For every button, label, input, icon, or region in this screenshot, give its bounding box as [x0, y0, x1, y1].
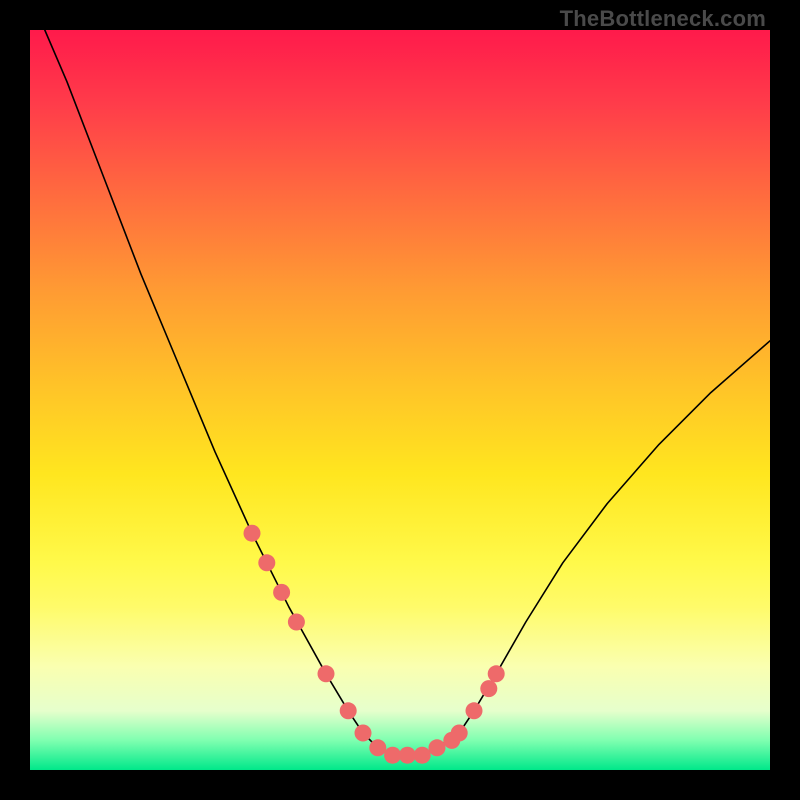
chart-frame: TheBottleneck.com [0, 0, 800, 800]
highlight-dot [414, 747, 431, 764]
highlight-dot [258, 554, 275, 571]
plot-area [30, 30, 770, 770]
highlight-dot [244, 525, 261, 542]
highlight-dot [451, 725, 468, 742]
highlight-dot [384, 747, 401, 764]
highlight-dot [480, 680, 497, 697]
highlight-dot [273, 584, 290, 601]
highlight-dot [399, 747, 416, 764]
curve-svg [30, 30, 770, 770]
watermark: TheBottleneck.com [560, 6, 766, 32]
highlight-dot [429, 739, 446, 756]
highlight-dot [288, 614, 305, 631]
highlight-dot [466, 702, 483, 719]
highlight-dots [244, 525, 505, 764]
highlight-dot [340, 702, 357, 719]
bottleneck-curve [45, 30, 770, 755]
highlight-dot [355, 725, 372, 742]
highlight-dot [369, 739, 386, 756]
highlight-dot [488, 665, 505, 682]
highlight-dot [318, 665, 335, 682]
